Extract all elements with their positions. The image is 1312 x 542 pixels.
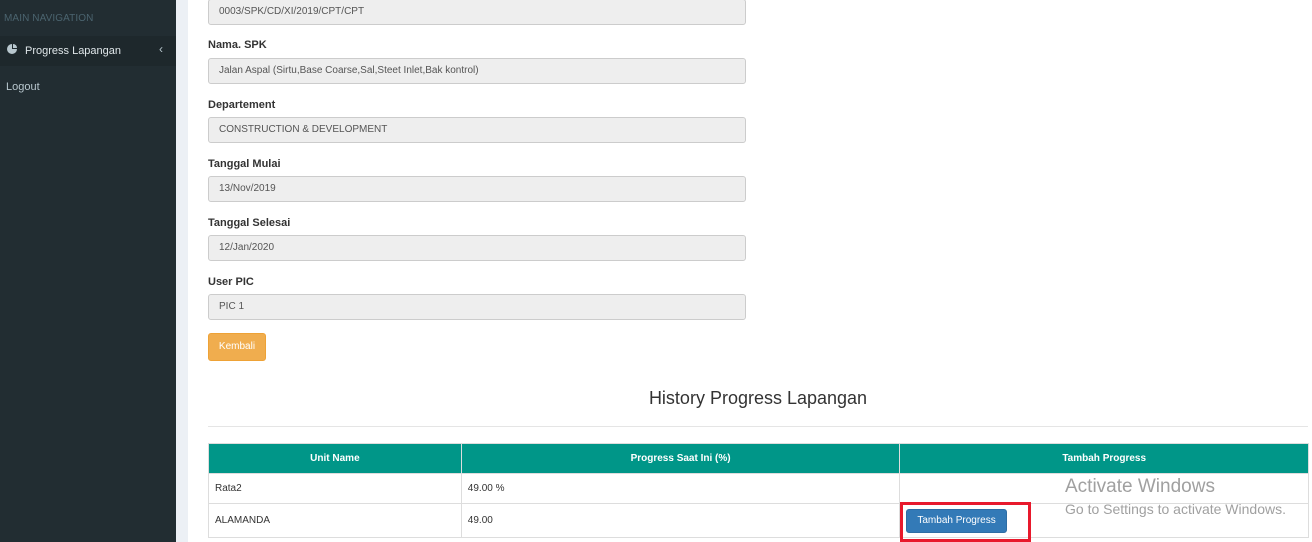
nama-spk-field[interactable]: Jalan Aspal (Sirtu,Base Coarse,Sal,Steet… [208, 58, 746, 84]
pie-chart-icon [7, 44, 17, 54]
sidebar-header: MAIN NAVIGATION [4, 13, 94, 24]
table-row: ALAMANDA 49.00 Tambah Progress [208, 503, 1309, 538]
sidebar: MAIN NAVIGATION Progress Lapangan ‹ Logo… [0, 0, 176, 542]
action-cell: Tambah Progress [899, 503, 1309, 538]
tanggal-mulai-label: Tanggal Mulai [208, 158, 281, 170]
spk-number-field[interactable]: 0003/SPK/CD/XI/2019/CPT/CPT [208, 0, 746, 25]
column-header-unit-name: Unit Name [208, 443, 462, 474]
departement-label: Departement [208, 99, 276, 111]
chevron-left-icon[interactable]: ‹ [159, 42, 163, 56]
column-header-progress: Progress Saat Ini (%) [460, 443, 901, 474]
sidebar-item-logout[interactable]: Logout [6, 81, 40, 93]
unit-name-cell: Rata2 [208, 473, 462, 504]
history-table: Unit Name Progress Saat Ini (%) Tambah P… [208, 443, 1309, 538]
column-header-tambah-progress: Tambah Progress [899, 443, 1309, 474]
tambah-progress-button[interactable]: Tambah Progress [906, 508, 1007, 533]
tanggal-mulai-field[interactable]: 13/Nov/2019 [208, 176, 746, 202]
progress-cell: 49.00 [460, 503, 901, 538]
nama-spk-label: Nama. SPK [208, 39, 267, 51]
unit-name-cell: ALAMANDA [208, 503, 462, 538]
tanggal-selesai-label: Tanggal Selesai [208, 217, 291, 229]
divider [208, 426, 1308, 427]
history-title: History Progress Lapangan [648, 388, 868, 408]
sidebar-item-progress-lapangan[interactable]: Progress Lapangan ‹ [0, 36, 176, 66]
table-header-row: Unit Name Progress Saat Ini (%) Tambah P… [208, 443, 1309, 474]
departement-field[interactable]: CONSTRUCTION & DEVELOPMENT [208, 117, 746, 143]
user-pic-label: User PIC [208, 276, 254, 288]
action-cell [899, 473, 1309, 504]
sidebar-item-label: Progress Lapangan [25, 45, 122, 57]
kembali-button[interactable]: Kembali [208, 333, 266, 361]
table-row: Rata2 49.00 % [208, 473, 1309, 504]
progress-cell: 49.00 % [460, 473, 901, 504]
tanggal-selesai-field[interactable]: 12/Jan/2020 [208, 235, 746, 261]
user-pic-field[interactable]: PIC 1 [208, 294, 746, 320]
